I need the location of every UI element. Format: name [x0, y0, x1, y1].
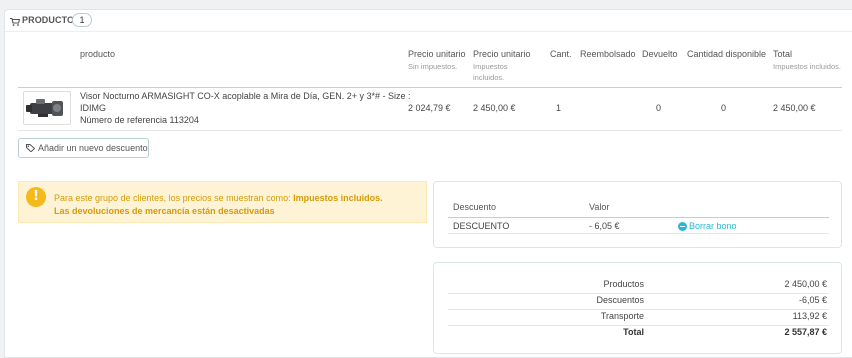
alert-line2: Las devoluciones de mercancía están desa… [54, 206, 275, 216]
product-reference[interactable]: Número de referencia 113204 [80, 115, 199, 125]
col-header-total: Total [773, 49, 793, 59]
tax-info-alert: ! Para este grupo de clientes, los preci… [18, 181, 427, 223]
col-sub-unit-price-incl: Impuestos incluidos. [473, 62, 508, 82]
col-header-refunded: Reembolsado [580, 49, 636, 59]
night-vision-scope-image [26, 99, 63, 117]
totals-divider-2 [448, 309, 829, 310]
tag-icon [26, 144, 35, 152]
totals-divider-1 [448, 293, 829, 294]
col-header-returned: Devuelto [642, 49, 678, 59]
total-discounts-value: -6,05 € [798, 295, 827, 305]
product-returned: 0 [656, 103, 662, 113]
order-totals-box: Productos 2 450,00 € Descuentos -6,05 € … [433, 262, 842, 354]
discount-header-divider [448, 217, 829, 218]
col-sub-total: Impuestos incluidos. [773, 62, 841, 71]
alert-text: Para este grupo de clientes, los precios… [54, 192, 383, 218]
grand-total-label: Total [623, 327, 644, 337]
product-name-link[interactable]: Visor Nocturno ARMASIGHT CO-X acoplable … [80, 91, 411, 101]
alert-text-prefix: Para este grupo de clientes, los precios… [54, 193, 294, 203]
col-header-qty: Cant. [550, 49, 572, 59]
row-divider [18, 130, 842, 131]
warning-icon: ! [26, 187, 46, 207]
add-discount-label: Añadir un nuevo descuento [38, 143, 148, 153]
total-shipping-label: Transporte [600, 311, 644, 321]
grand-total-value: 2 557,87 € [784, 327, 827, 337]
delete-voucher-link[interactable]: Borrar bono [689, 221, 737, 231]
col-header-unit-price-incl: Precio unitario [473, 49, 531, 59]
discount-name: DESCUENTO [453, 221, 510, 231]
product-total: 2 450,00 € [773, 103, 816, 113]
total-products-value: 2 450,00 € [784, 279, 827, 289]
total-discounts-label: Descuentos [596, 295, 644, 305]
total-shipping-value: 113,92 € [792, 311, 827, 321]
product-name-link-line2[interactable]: IDIMG [80, 103, 106, 113]
table-header-divider [18, 87, 842, 88]
shopping-cart-icon [10, 18, 20, 26]
panel-header: PRODUCTOS 1 [5, 10, 852, 32]
product-qty: 1 [556, 103, 562, 113]
total-products-label: Productos [603, 279, 644, 289]
product-thumbnail[interactable] [23, 91, 71, 125]
discount-col-value: Valor [589, 202, 610, 212]
add-discount-button[interactable]: Añadir un nuevo descuento [18, 138, 149, 158]
alert-text-bold: Impuestos incluidos. [293, 193, 383, 203]
discounts-box: Descuento Valor DESCUENTO - 6,05 € Borra… [433, 181, 842, 248]
col-header-available: Cantidad disponible [687, 49, 767, 59]
discount-row-divider [448, 233, 829, 234]
col-sub-unit-price-excl: Sin impuestos. [408, 62, 458, 71]
totals-divider-3 [448, 325, 829, 326]
discount-value: - 6,05 € [589, 221, 620, 231]
product-unit-price-excl: 2 024,79 € [408, 103, 451, 113]
col-header-unit-price-excl: Precio unitario [408, 49, 466, 59]
product-available: 0 [721, 103, 727, 113]
discount-col-name: Descuento [453, 202, 497, 212]
product-unit-price-incl: 2 450,00 € [473, 103, 516, 113]
col-header-product: producto [80, 49, 116, 59]
remove-circle-icon[interactable] [678, 222, 687, 231]
product-count-badge: 1 [72, 13, 92, 27]
products-panel: PRODUCTOS 1 producto Precio unitario Sin… [4, 9, 852, 358]
